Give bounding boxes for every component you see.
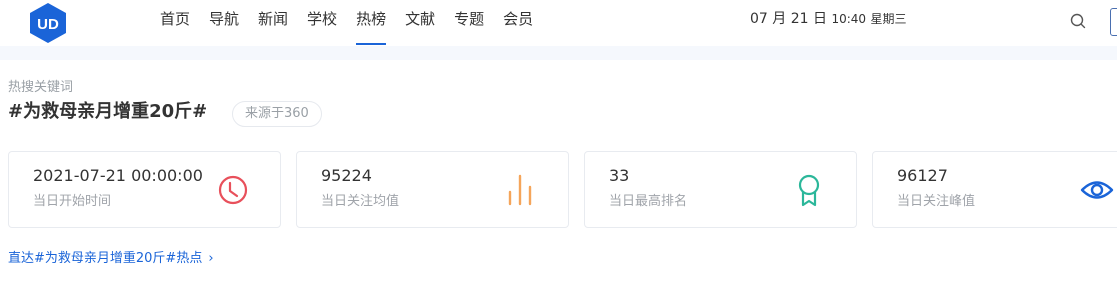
stat-value: 33 <box>609 166 630 185</box>
award-icon <box>798 174 820 207</box>
subheader-bar <box>0 46 1117 60</box>
stat-value: 95224 <box>321 166 372 185</box>
keyword-title: #为救母亲月增重20斤# <box>8 101 208 122</box>
logo-icon[interactable]: UD <box>28 2 68 44</box>
stat-label: 当日开始时间 <box>33 194 112 209</box>
direct-link-text[interactable]: 直达#为救母亲月增重20斤#热点 <box>8 251 202 266</box>
weekday-text: 星期三 <box>870 12 907 26</box>
time-text: 10:40 <box>831 12 867 26</box>
nav-membership[interactable]: 会员 <box>503 0 533 46</box>
svg-text:UD: UD <box>37 16 59 33</box>
nav-literature[interactable]: 文献 <box>405 0 435 46</box>
top-navbar: UD 首页 导航 新闻 学校 热榜 文献 专题 会员 07 月 21 日 10:… <box>0 0 1117 46</box>
date-time-display: 07 月 21 日 10:40 星期三 <box>750 10 907 28</box>
source-badge: 来源于360 <box>232 101 322 127</box>
nav-school[interactable]: 学校 <box>307 0 337 46</box>
stat-label: 当日最高排名 <box>609 194 688 209</box>
bar-chart-icon <box>508 174 532 206</box>
eye-icon <box>1080 181 1114 199</box>
stat-label: 当日关注峰值 <box>897 194 976 209</box>
nav-hot-list[interactable]: 热榜 <box>356 0 387 46</box>
login-button[interactable] <box>1110 8 1117 36</box>
nav-guide[interactable]: 导航 <box>209 0 239 46</box>
main-nav: 首页 导航 新闻 学校 热榜 文献 专题 会员 <box>160 0 552 46</box>
section-label: 热搜关键词 <box>8 80 74 95</box>
date-text: 07 月 21 日 <box>750 11 827 27</box>
direct-hotspot-link[interactable]: 直达#为救母亲月增重20斤#热点 › <box>8 250 214 268</box>
nav-home[interactable]: 首页 <box>160 0 190 46</box>
stat-value: 96127 <box>897 166 948 185</box>
stat-card-top-rank: 33 当日最高排名 <box>584 151 857 228</box>
nav-news[interactable]: 新闻 <box>258 0 288 46</box>
stat-card-peak-attention: 96127 当日关注峰值 <box>872 151 1117 228</box>
stat-value: 2021-07-21 00:00:00 <box>33 166 203 185</box>
search-icon[interactable] <box>1068 11 1088 31</box>
clock-icon <box>218 175 248 205</box>
chevron-right-icon: › <box>208 251 214 266</box>
stat-label: 当日关注均值 <box>321 194 400 209</box>
nav-topics[interactable]: 专题 <box>454 0 484 46</box>
stat-card-avg-attention: 95224 当日关注均值 <box>296 151 569 228</box>
stat-card-start-time: 2021-07-21 00:00:00 当日开始时间 <box>8 151 281 228</box>
